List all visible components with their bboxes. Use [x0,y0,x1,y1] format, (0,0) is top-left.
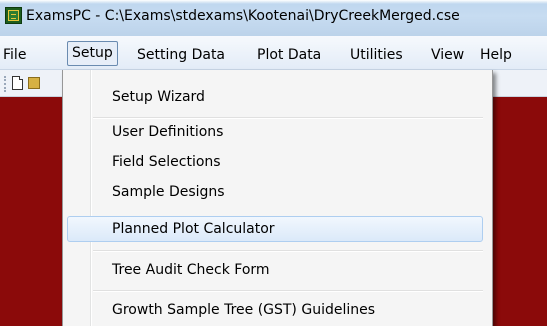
menu-item-tree-audit-check-form[interactable]: Tree Audit Check Form [112,259,270,281]
menu-bar: File Setup Setting Data Plot Data Utilit… [0,36,547,70]
toolbar-grip-handle[interactable] [4,76,8,92]
exams-app-icon[interactable] [5,7,22,24]
menu-separator [93,250,483,252]
menu-item-planned-plot-calculator[interactable]: Planned Plot Calculator [112,218,275,240]
menu-setting-data[interactable]: Setting Data [137,45,225,65]
window-title: ExamsPC - C:\Exams\stdexams\Kootenai\Dry… [26,8,460,24]
setup-dropdown-menu: Setup Wizard User Definitions Field Sele… [62,70,493,326]
title-bar[interactable]: ExamsPC - C:\Exams\stdexams\Kootenai\Dry… [0,0,547,36]
menu-item-growth-sample-tree-guidelines[interactable]: Growth Sample Tree (GST) Guidelines [112,299,375,321]
menu-view[interactable]: View [431,45,464,65]
open-folder-icon[interactable] [28,77,40,89]
menu-item-sample-designs[interactable]: Sample Designs [112,181,225,203]
menu-file[interactable]: File [3,45,26,65]
menu-utilities[interactable]: Utilities [350,45,403,65]
menu-item-user-definitions[interactable]: User Definitions [112,121,223,143]
menu-item-setup-wizard[interactable]: Setup Wizard [112,86,205,108]
menu-item-field-selections[interactable]: Field Selections [112,151,221,173]
new-document-icon[interactable] [12,76,23,90]
menu-setup[interactable]: Setup [67,41,118,66]
menu-icon-column-divider [90,70,92,326]
menu-separator [93,290,483,292]
menu-help[interactable]: Help [480,45,512,65]
menu-plot-data[interactable]: Plot Data [257,45,321,65]
menu-separator [93,117,483,119]
